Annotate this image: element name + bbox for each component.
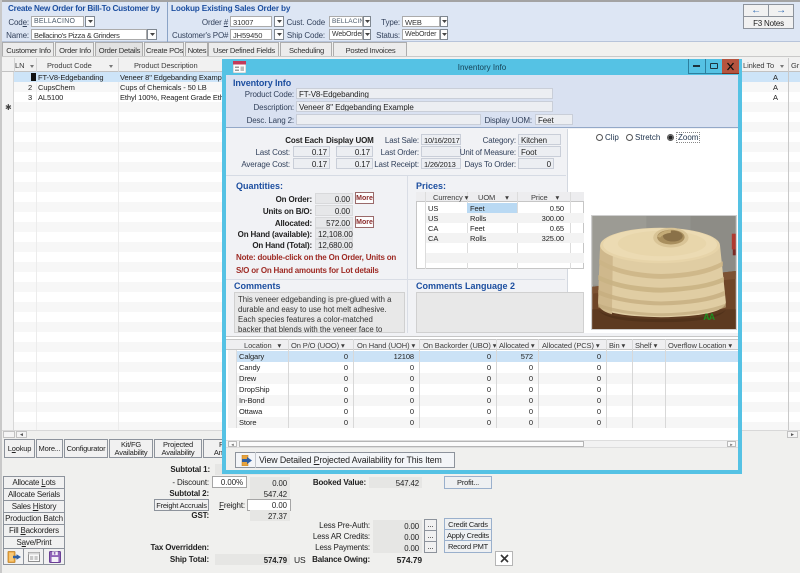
- svg-text:AA: AA: [703, 312, 715, 322]
